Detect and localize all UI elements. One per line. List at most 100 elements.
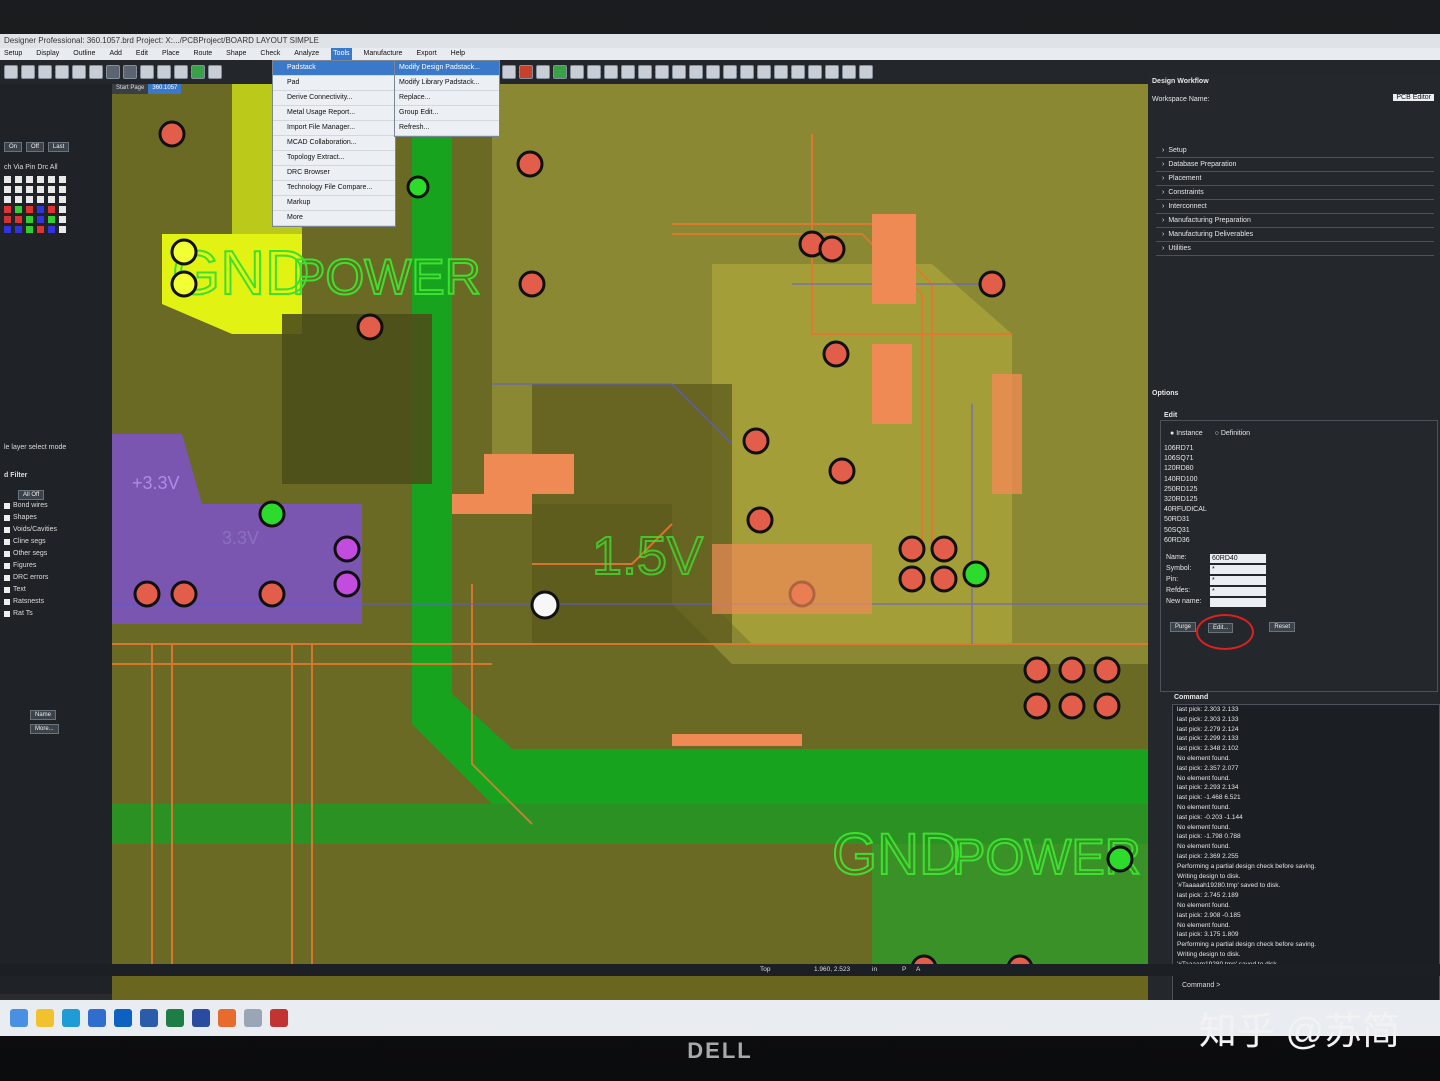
windows-start-icon[interactable]: [10, 1009, 28, 1027]
redo-icon[interactable]: [89, 65, 103, 79]
add-connect-icon[interactable]: [140, 65, 154, 79]
menu-item-modify-design-padstack[interactable]: Modify Design Padstack...: [395, 61, 499, 76]
menu-item-drc-browser[interactable]: DRC Browser: [273, 166, 395, 181]
menu-item-mcad-collaboration[interactable]: MCAD Collaboration...: [273, 136, 395, 151]
text-edit-icon[interactable]: [791, 65, 805, 79]
workflow-item[interactable]: Database Preparation: [1156, 158, 1434, 172]
filter-item[interactable]: Rat Ts: [4, 610, 57, 617]
menu-route[interactable]: Route: [191, 48, 214, 60]
padstack-list-item[interactable]: 250RD125: [1164, 485, 1207, 495]
note-icon[interactable]: [842, 65, 856, 79]
outlook-icon[interactable]: [114, 1009, 132, 1027]
layers-icon[interactable]: [536, 65, 550, 79]
menu-item-group-edit[interactable]: Group Edit...: [395, 106, 499, 121]
palette-icon[interactable]: [638, 65, 652, 79]
gear-icon[interactable]: [208, 65, 222, 79]
menu-item-modify-library-padstack[interactable]: Modify Library Padstack...: [395, 76, 499, 91]
p-indicator[interactable]: P: [902, 966, 906, 973]
pcb-editor-icon[interactable]: [270, 1009, 288, 1027]
excel-icon[interactable]: [166, 1009, 184, 1027]
file-explorer-icon[interactable]: [36, 1009, 54, 1027]
padstack-list-item[interactable]: 320RD125: [1164, 495, 1207, 505]
zoom-in-icon[interactable]: [706, 65, 720, 79]
filter-item[interactable]: Voids/Cavities: [4, 526, 57, 533]
stack-icon[interactable]: [553, 65, 567, 79]
menu-place[interactable]: Place: [160, 48, 182, 60]
3d-view-icon[interactable]: [757, 65, 771, 79]
workflow-item[interactable]: Constraints: [1156, 186, 1434, 200]
symbol-field[interactable]: *: [1210, 565, 1266, 574]
zoom-prev-icon[interactable]: [740, 65, 754, 79]
menu-display[interactable]: Display: [34, 48, 61, 60]
filter-item[interactable]: Ratsnests: [4, 598, 57, 605]
comment-icon[interactable]: [859, 65, 873, 79]
filter-item[interactable]: Text: [4, 586, 57, 593]
filter-item[interactable]: Cline segs: [4, 538, 57, 545]
undo-icon[interactable]: [72, 65, 86, 79]
filter-item[interactable]: Shapes: [4, 514, 57, 521]
workspace-dropdown[interactable]: PCB Editor: [1393, 94, 1434, 101]
more-button[interactable]: More...: [30, 724, 59, 734]
workflow-item[interactable]: Interconnect: [1156, 200, 1434, 214]
move-icon[interactable]: [21, 65, 35, 79]
filter-item[interactable]: Bond wires: [4, 502, 57, 509]
padstack-list-item[interactable]: 106SQ71: [1164, 454, 1207, 464]
new-name-field[interactable]: [1210, 598, 1266, 607]
menu-item-metal-usage-report[interactable]: Metal Usage Report...: [273, 106, 395, 121]
workflow-item[interactable]: Utilities: [1156, 242, 1434, 256]
instance-radio[interactable]: ● Instance: [1170, 430, 1203, 437]
units-indicator[interactable]: in: [872, 966, 877, 973]
app-k-icon[interactable]: [192, 1009, 210, 1027]
filter-item[interactable]: Figures: [4, 562, 57, 569]
fanout-icon[interactable]: [174, 65, 188, 79]
menu-tools[interactable]: Tools: [331, 48, 352, 60]
menu-analyze[interactable]: Analyze: [292, 48, 321, 60]
color-wheel-icon[interactable]: [519, 65, 533, 79]
filter-all-off-button[interactable]: All Off: [18, 490, 45, 500]
tab-design[interactable]: 360.1057: [148, 84, 182, 94]
report-icon[interactable]: [570, 65, 584, 79]
menu-help[interactable]: Help: [449, 48, 467, 60]
highlight-icon[interactable]: [655, 65, 669, 79]
word-icon[interactable]: [140, 1009, 158, 1027]
save-icon[interactable]: [4, 65, 18, 79]
pcb-canvas[interactable]: GND POWER GND POWER +3.3V 3.3V 1.5V: [112, 84, 1148, 1000]
zoom-fit-icon[interactable]: [689, 65, 703, 79]
store-icon[interactable]: [88, 1009, 106, 1027]
menu-shape[interactable]: Shape: [224, 48, 248, 60]
filter-item[interactable]: Other segs: [4, 550, 57, 557]
menu-item-markup[interactable]: Markup: [273, 196, 395, 211]
padstack-list-item[interactable]: 40RFUDICAL: [1164, 505, 1207, 515]
info-icon[interactable]: [621, 65, 635, 79]
menu-export[interactable]: Export: [414, 48, 438, 60]
view-icon[interactable]: [604, 65, 618, 79]
padstack-list-item[interactable]: 140RD100: [1164, 475, 1207, 485]
active-layer[interactable]: Top: [760, 966, 770, 973]
workflow-item[interactable]: Placement: [1156, 172, 1434, 186]
menu-edit[interactable]: Edit: [134, 48, 150, 60]
edge-browser-icon[interactable]: [62, 1009, 80, 1027]
workflow-item[interactable]: Manufacturing Deliverables: [1156, 228, 1434, 242]
markup-icon[interactable]: [825, 65, 839, 79]
layer-checkbox-grid[interactable]: [4, 176, 67, 233]
delete-icon[interactable]: [55, 65, 69, 79]
shape-icon[interactable]: [191, 65, 205, 79]
pcb-tool-icon[interactable]: [244, 1009, 262, 1027]
filter-item[interactable]: DRC errors: [4, 574, 57, 581]
name-dropdown[interactable]: Name: [30, 710, 57, 720]
workflow-item[interactable]: Setup: [1156, 144, 1434, 158]
menu-item-padstack[interactable]: Padstack: [273, 61, 395, 76]
probe-icon[interactable]: [123, 65, 137, 79]
menu-item-replace[interactable]: Replace...: [395, 91, 499, 106]
copy-icon[interactable]: [38, 65, 52, 79]
padstack-list-item[interactable]: 60RD36: [1164, 536, 1207, 546]
menu-item-import-file-manager[interactable]: Import File Manager...: [273, 121, 395, 136]
last-button[interactable]: Last: [47, 142, 70, 152]
a-indicator[interactable]: A: [916, 966, 920, 973]
menu-item-pad[interactable]: Pad: [273, 76, 395, 91]
off-button[interactable]: Off: [26, 142, 44, 152]
padstack-list-item[interactable]: 50SQ31: [1164, 526, 1207, 536]
refdes-field[interactable]: *: [1210, 587, 1266, 596]
on-button[interactable]: On: [4, 142, 23, 152]
padstack-list-item[interactable]: 120RD80: [1164, 464, 1207, 474]
